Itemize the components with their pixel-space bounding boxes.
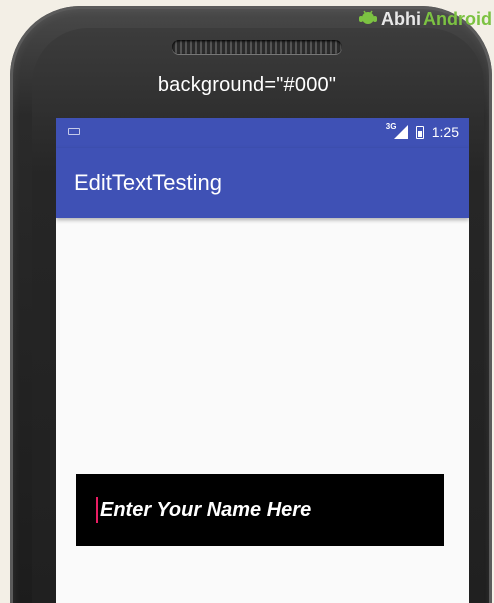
- watermark: Abhi Android: [357, 8, 492, 31]
- watermark-text-a: Abhi: [381, 9, 421, 29]
- status-bar: 3G 1:25: [56, 118, 469, 148]
- speaker-grille: [172, 40, 342, 54]
- name-edit-text-hint: Enter Your Name Here: [100, 498, 312, 521]
- status-icons: 3G 1:25: [386, 122, 459, 140]
- watermark-logo-icon: [357, 8, 379, 31]
- caption: background="#000": [157, 74, 337, 96]
- app-title: EditTextTesting: [74, 170, 222, 195]
- battery-icon: [415, 125, 424, 139]
- text-cursor: [96, 497, 98, 523]
- keyboard-icon: [68, 128, 80, 135]
- status-time: 1:25: [431, 124, 459, 140]
- name-edit-text[interactable]: Enter Your Name Here: [76, 474, 444, 546]
- content-area: Enter Your Name Here: [56, 218, 469, 603]
- signal-icon: 3G: [386, 122, 408, 139]
- watermark-text-b: Android: [423, 9, 492, 29]
- device-screen: 3G 1:25 EditTextTesting Enter Your Name …: [56, 118, 469, 603]
- app-bar: EditTextTesting: [56, 148, 469, 218]
